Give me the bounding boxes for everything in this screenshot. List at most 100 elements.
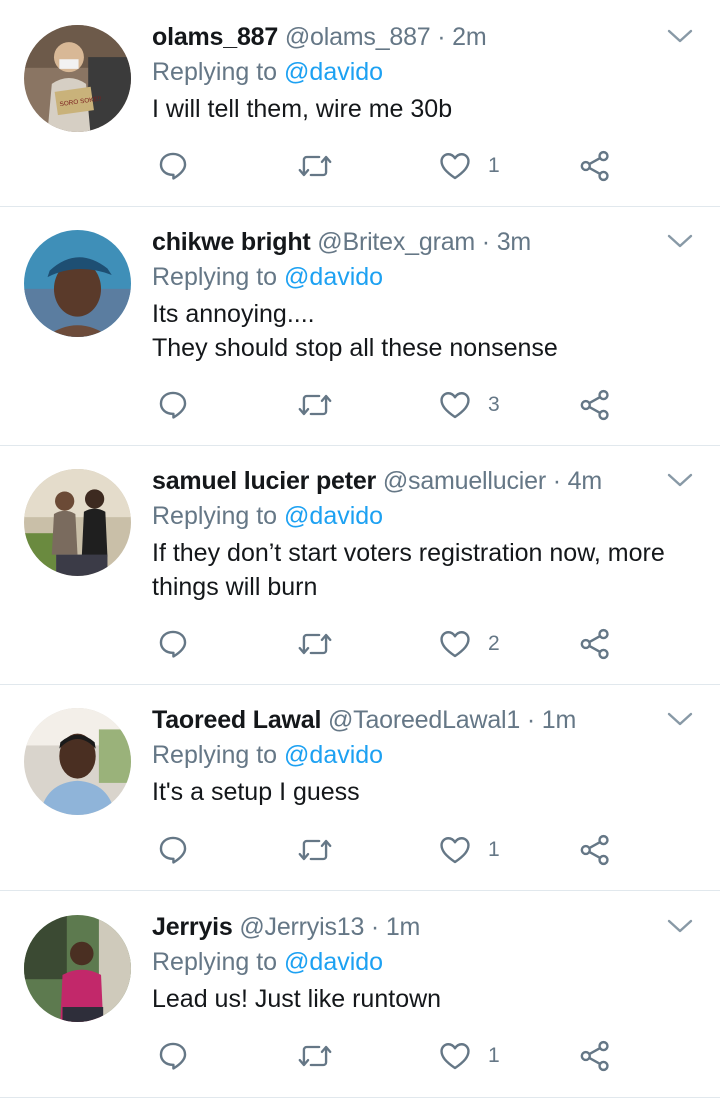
separator: ·: [481, 228, 490, 256]
heart-icon: [440, 392, 470, 419]
separator: ·: [552, 467, 561, 495]
tweet-text: Lead us! Just like runtown: [152, 982, 700, 1016]
display-name[interactable]: chikwe bright: [152, 228, 311, 256]
retweet-button[interactable]: [297, 1036, 333, 1076]
like-button[interactable]: 1: [438, 830, 500, 870]
tweet-header: chikwe bright @Britex_gram · 3m: [152, 227, 700, 257]
mention-link[interactable]: @davido: [284, 263, 383, 291]
avatar[interactable]: [24, 915, 131, 1022]
share-icon: [580, 628, 609, 660]
replying-to: Replying to @davido: [152, 501, 700, 531]
handle[interactable]: @TaoreedLawal1: [328, 706, 520, 734]
tweet-header: Jerryis @Jerryis13 · 1m: [152, 912, 700, 942]
retweet-button[interactable]: [297, 624, 333, 664]
replying-prefix: Replying to: [152, 263, 278, 291]
tweet-text-line: They should stop all these nonsense: [152, 334, 558, 362]
tweet-actions: 2: [152, 624, 622, 664]
mention-link[interactable]: @davido: [284, 741, 383, 769]
replying-to: Replying to @davido: [152, 57, 700, 87]
reply-icon: [159, 1042, 187, 1070]
handle[interactable]: @Jerryis13: [239, 913, 364, 941]
heart-icon: [440, 153, 470, 180]
avatar[interactable]: SORO SOKE!!: [24, 25, 131, 132]
reply-button[interactable]: [156, 624, 190, 664]
share-button[interactable]: [578, 385, 612, 425]
avatar[interactable]: [24, 230, 131, 337]
tweet-text: If they don’t start voters registration …: [152, 536, 700, 604]
retweet-button[interactable]: [297, 146, 333, 186]
retweet-button[interactable]: [297, 385, 333, 425]
like-button[interactable]: 1: [438, 146, 500, 186]
tweet[interactable]: samuel lucier peter @samuellucier · 4m R…: [0, 446, 720, 685]
avatar-image: [24, 915, 131, 1022]
tweet-text: Its annoying.... They should stop all th…: [152, 297, 700, 365]
replying-prefix: Replying to: [152, 58, 278, 86]
share-button[interactable]: [578, 146, 612, 186]
avatar-image: [24, 708, 131, 815]
retweet-button[interactable]: [297, 830, 333, 870]
avatar[interactable]: [24, 469, 131, 576]
tweet-text-line: Its annoying....: [152, 300, 315, 328]
replying-to: Replying to @davido: [152, 262, 700, 292]
like-count: 1: [488, 1044, 500, 1067]
timestamp[interactable]: 3m: [497, 228, 532, 256]
tweet-header: Taoreed Lawal @TaoreedLawal1 · 1m: [152, 705, 700, 735]
chevron-down-icon[interactable]: [666, 26, 694, 46]
reply-icon: [159, 836, 187, 864]
like-button[interactable]: 2: [438, 624, 500, 664]
heart-icon: [440, 837, 470, 864]
timestamp[interactable]: 1m: [542, 706, 577, 734]
replying-prefix: Replying to: [152, 948, 278, 976]
mention-link[interactable]: @davido: [284, 502, 383, 530]
chevron-down-icon[interactable]: [666, 470, 694, 490]
handle[interactable]: @Britex_gram: [317, 228, 475, 256]
tweet-text-line: If they don’t start voters registration …: [152, 539, 665, 567]
chevron-down-icon[interactable]: [666, 709, 694, 729]
chevron-down-icon[interactable]: [666, 231, 694, 251]
display-name[interactable]: Taoreed Lawal: [152, 706, 321, 734]
timestamp[interactable]: 1m: [386, 913, 421, 941]
share-button[interactable]: [578, 830, 612, 870]
mention-link[interactable]: @davido: [284, 948, 383, 976]
tweet[interactable]: SORO SOKE!! olams_887 @olams_887 · 2m Re…: [0, 0, 720, 207]
mention-link[interactable]: @davido: [284, 58, 383, 86]
like-button[interactable]: 3: [438, 385, 500, 425]
retweet-icon: [298, 394, 332, 416]
display-name[interactable]: Jerryis: [152, 913, 233, 941]
tweet[interactable]: Jerryis @Jerryis13 · 1m Replying to @dav…: [0, 891, 720, 1098]
like-count: 1: [488, 154, 500, 177]
separator: ·: [437, 23, 446, 51]
timestamp[interactable]: 4m: [568, 467, 603, 495]
tweet-text: I will tell them, wire me 30b: [152, 92, 700, 126]
tweet[interactable]: chikwe bright @Britex_gram · 3m Replying…: [0, 207, 720, 446]
reply-button[interactable]: [156, 1036, 190, 1076]
tweet[interactable]: Taoreed Lawal @TaoreedLawal1 · 1m Replyi…: [0, 685, 720, 891]
tweet-actions: 1: [152, 146, 622, 186]
share-button[interactable]: [578, 624, 612, 664]
retweet-icon: [298, 155, 332, 177]
avatar-image: [24, 469, 131, 576]
replying-prefix: Replying to: [152, 741, 278, 769]
handle[interactable]: @olams_887: [285, 23, 431, 51]
share-button[interactable]: [578, 1036, 612, 1076]
replying-to: Replying to @davido: [152, 740, 700, 770]
display-name[interactable]: olams_887: [152, 23, 278, 51]
avatar[interactable]: [24, 708, 131, 815]
tweet-text-line: I will tell them, wire me 30b: [152, 95, 453, 123]
avatar-image: [24, 230, 131, 337]
heart-icon: [440, 1043, 470, 1070]
separator: ·: [526, 706, 536, 734]
timestamp[interactable]: 2m: [452, 23, 487, 51]
tweet-actions: 1: [152, 830, 622, 870]
reply-button[interactable]: [156, 146, 190, 186]
reply-button[interactable]: [156, 830, 190, 870]
like-button[interactable]: 1: [438, 1036, 500, 1076]
avatar-image: SORO SOKE!!: [24, 25, 131, 132]
tweet-text-line: things will burn: [152, 573, 318, 601]
heart-icon: [440, 631, 470, 658]
chevron-down-icon[interactable]: [666, 916, 694, 936]
separator: ·: [370, 913, 380, 941]
display-name[interactable]: samuel lucier peter: [152, 467, 376, 495]
reply-button[interactable]: [156, 385, 190, 425]
handle[interactable]: @samuellucier: [383, 467, 546, 495]
